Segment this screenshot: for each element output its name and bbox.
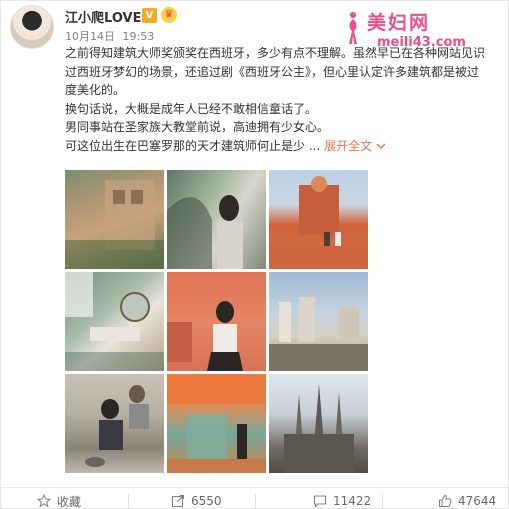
footer-divider [128,494,129,508]
photo-6[interactable] [269,272,368,371]
repost-icon [172,495,184,507]
photo-8[interactable] [167,374,266,473]
photo-7-art [85,385,149,467]
avatar[interactable] [10,5,54,49]
expand-full-text-link[interactable]: 展开全文 [324,139,386,153]
post-text-last-line: 可这位出生在巴塞罗那的天才建筑师何止是少 ... 展开全文 [65,137,503,156]
like-count: 47644 [458,494,497,508]
crown-badge-icon[interactable]: ♛ [161,7,177,23]
star-icon [37,494,51,508]
post-footer: 收藏 6550 11422 47644 [1,487,509,509]
favorite-button[interactable]: 收藏 [37,493,81,509]
photo-4-art [65,272,164,371]
photo-2[interactable] [167,170,266,269]
photo-6-art [269,297,368,371]
photo-2-art [167,195,243,269]
user-name[interactable]: 江小爬LOVE [65,7,141,26]
weibo-post: 江小爬LOVE V ♛ 10月14日 19:53 美妇网 meili43.com… [0,0,509,509]
repost-button[interactable]: 6550 [171,493,222,509]
post-time[interactable]: 19:53 [123,30,155,43]
vip-badge[interactable]: V [142,8,157,23]
expand-label[interactable]: 展开全文 [324,139,372,153]
post-text: 之前得知建筑大师奖颁奖在西班牙，多少有点不理解。虽然早已在各种网站见识 过西班牙… [65,44,503,155]
photo-9[interactable] [269,374,368,473]
post-meta: 10月14日 19:53 [65,28,154,44]
post-text-line: 之前得知建筑大师奖颁奖在西班牙，多少有点不理解。虽然早已在各种网站见识 [65,46,486,60]
photo-5[interactable] [167,272,266,371]
repost-count: 6550 [191,494,222,508]
woman-figure-icon [349,12,357,44]
post-text-line: 过西班牙梦幻的场景，还追过剧《西班牙公主》，但心里认定许多建筑都是被过 [65,64,480,79]
photo-5-art [167,301,243,371]
post-text-line: 可这位出生在巴塞罗那的天才建筑师何止是少 [65,138,306,153]
post-text-line: 度美化的。 [65,83,126,97]
post-text-line: 男同事站在圣家族大教堂前说，高迪拥有少女心。 [65,120,330,134]
footer-divider [255,494,256,508]
post-text-line: 换句话说，大概是成年人已经不敢相信童话了。 [65,101,318,116]
comment-button[interactable]: 11422 [313,493,371,509]
photo-3[interactable] [269,170,368,269]
photo-4[interactable] [65,272,164,371]
comment-icon [314,495,326,508]
photo-8-art [167,374,266,473]
photo-1[interactable] [65,170,164,269]
post-date[interactable]: 10月14日 [65,30,115,43]
chevron-down-icon[interactable] [376,142,386,150]
thumbs-up-icon [439,494,452,507]
photo-1-art [65,180,164,269]
photo-9-art [284,384,354,473]
like-button[interactable]: 47644 [438,493,496,509]
favorite-label: 收藏 [57,494,82,509]
footer-divider [382,494,383,508]
watermark-title: 美妇网 [367,12,431,34]
photo-7[interactable] [65,374,164,473]
photo-3-art [269,176,368,269]
photo-grid [65,170,368,473]
comment-count: 11422 [333,494,372,508]
